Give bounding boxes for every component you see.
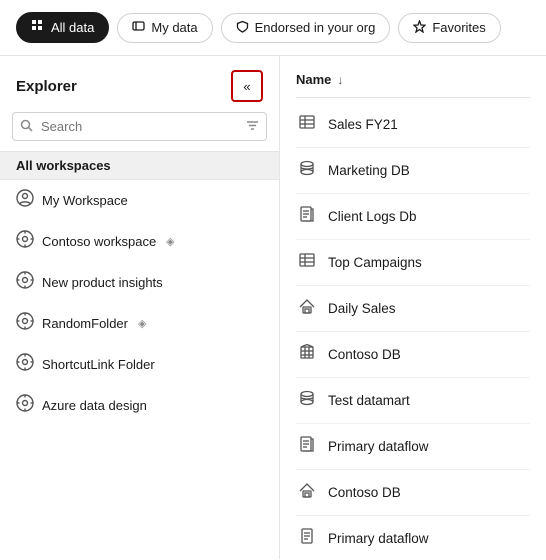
list-item-sales-fy21-label: Sales FY21	[328, 117, 398, 132]
diamond-badge-contoso: ◈	[166, 235, 174, 248]
settings-circle-icon-ad	[16, 394, 34, 417]
sidebar-item-new-product-insights[interactable]: New product insights	[0, 262, 279, 303]
database-icon-1	[296, 159, 318, 182]
sidebar-item-my-workspace[interactable]: My Workspace	[0, 180, 279, 221]
sidebar-item-azure-data-design[interactable]: Azure data design	[0, 385, 279, 426]
table-icon-3	[296, 251, 318, 274]
sidebar-item-random-folder-label: RandomFolder	[42, 316, 128, 331]
list-item-primary-dataflow-2-label: Primary dataflow	[328, 531, 429, 546]
list-item-test-datamart-label: Test datamart	[328, 393, 410, 408]
nav-my-data-label: My data	[151, 20, 197, 35]
sidebar-item-contoso-workspace[interactable]: Contoso workspace ◈	[0, 221, 279, 262]
top-nav: All data My data Endorsed in your org Fa…	[0, 0, 546, 56]
list-item-marketing-db[interactable]: Marketing DB	[296, 148, 530, 194]
person-circle-icon	[16, 189, 34, 212]
sidebar-item-my-workspace-label: My Workspace	[42, 193, 128, 208]
database-icon-6	[296, 389, 318, 412]
home-report-icon-8	[296, 481, 318, 504]
main-layout: Explorer « All workspaces	[0, 56, 546, 559]
settings-circle-icon-contoso	[16, 230, 34, 253]
content-header: Name ↓	[296, 56, 530, 98]
explorer-title: Explorer	[16, 78, 77, 95]
workspace-header[interactable]: All workspaces	[0, 151, 279, 180]
settings-circle-icon-sf	[16, 353, 34, 376]
diamond-badge-rf: ◈	[138, 317, 146, 330]
filter-icon[interactable]	[246, 119, 259, 135]
sidebar-list: My Workspace Contoso workspace ◈	[0, 180, 279, 559]
search-input[interactable]	[12, 112, 267, 141]
grid-icon	[31, 19, 45, 36]
sidebar-item-shortcutlink-folder-label: ShortcutLink Folder	[42, 357, 155, 372]
nav-favorites-label: Favorites	[432, 20, 485, 35]
nav-my-data[interactable]: My data	[117, 13, 212, 43]
list-item-client-logs-db[interactable]: Client Logs Db	[296, 194, 530, 240]
list-item-marketing-db-label: Marketing DB	[328, 163, 410, 178]
list-item-contoso-db-label: Contoso DB	[328, 347, 401, 362]
list-item-contoso-db-2-label: Contoso DB	[328, 485, 401, 500]
report-icon-2	[296, 205, 318, 228]
settings-circle-icon-npi	[16, 271, 34, 294]
list-item-top-campaigns[interactable]: Top Campaigns	[296, 240, 530, 286]
nav-all-data-label: All data	[51, 20, 94, 35]
report-icon-7	[296, 435, 318, 458]
list-item-daily-sales[interactable]: Daily Sales	[296, 286, 530, 332]
file-icon-9	[296, 527, 318, 550]
sidebar-item-contoso-workspace-label: Contoso workspace	[42, 234, 156, 249]
list-item-primary-dataflow-1-label: Primary dataflow	[328, 439, 429, 454]
list-item-sales-fy21[interactable]: Sales FY21	[296, 102, 530, 148]
nav-favorites[interactable]: Favorites	[398, 13, 500, 43]
nav-all-data[interactable]: All data	[16, 12, 109, 43]
table-icon-0	[296, 113, 318, 136]
content-list: Sales FY21 Marketing DB	[296, 98, 530, 559]
list-item-test-datamart[interactable]: Test datamart	[296, 378, 530, 424]
home-report-icon-4	[296, 297, 318, 320]
shield-icon	[236, 20, 249, 36]
search-icon	[20, 119, 33, 135]
nav-endorsed[interactable]: Endorsed in your org	[221, 13, 391, 43]
list-item-top-campaigns-label: Top Campaigns	[328, 255, 422, 270]
list-item-primary-dataflow-2[interactable]: Primary dataflow	[296, 516, 530, 559]
sidebar-item-new-product-insights-label: New product insights	[42, 275, 163, 290]
person-icon	[132, 20, 145, 36]
sidebar-item-shortcutlink-folder[interactable]: ShortcutLink Folder	[0, 344, 279, 385]
list-item-primary-dataflow-1[interactable]: Primary dataflow	[296, 424, 530, 470]
sort-arrow-icon[interactable]: ↓	[337, 73, 343, 87]
content-area: Name ↓ Sales FY21	[280, 56, 546, 559]
building-db-icon-5	[296, 343, 318, 366]
settings-circle-icon-rf	[16, 312, 34, 335]
list-item-daily-sales-label: Daily Sales	[328, 301, 396, 316]
list-item-client-logs-db-label: Client Logs Db	[328, 209, 417, 224]
sidebar-item-azure-data-design-label: Azure data design	[42, 398, 147, 413]
search-box	[12, 112, 267, 141]
list-item-contoso-db-2[interactable]: Contoso DB	[296, 470, 530, 516]
list-item-contoso-db[interactable]: Contoso DB	[296, 332, 530, 378]
nav-endorsed-label: Endorsed in your org	[255, 20, 376, 35]
sidebar-item-random-folder[interactable]: RandomFolder ◈	[0, 303, 279, 344]
collapse-button[interactable]: «	[231, 70, 263, 102]
explorer-header: Explorer «	[0, 56, 279, 112]
star-icon	[413, 20, 426, 36]
sidebar: Explorer « All workspaces	[0, 56, 280, 559]
collapse-icon: «	[243, 79, 250, 94]
name-column-label: Name	[296, 72, 331, 87]
